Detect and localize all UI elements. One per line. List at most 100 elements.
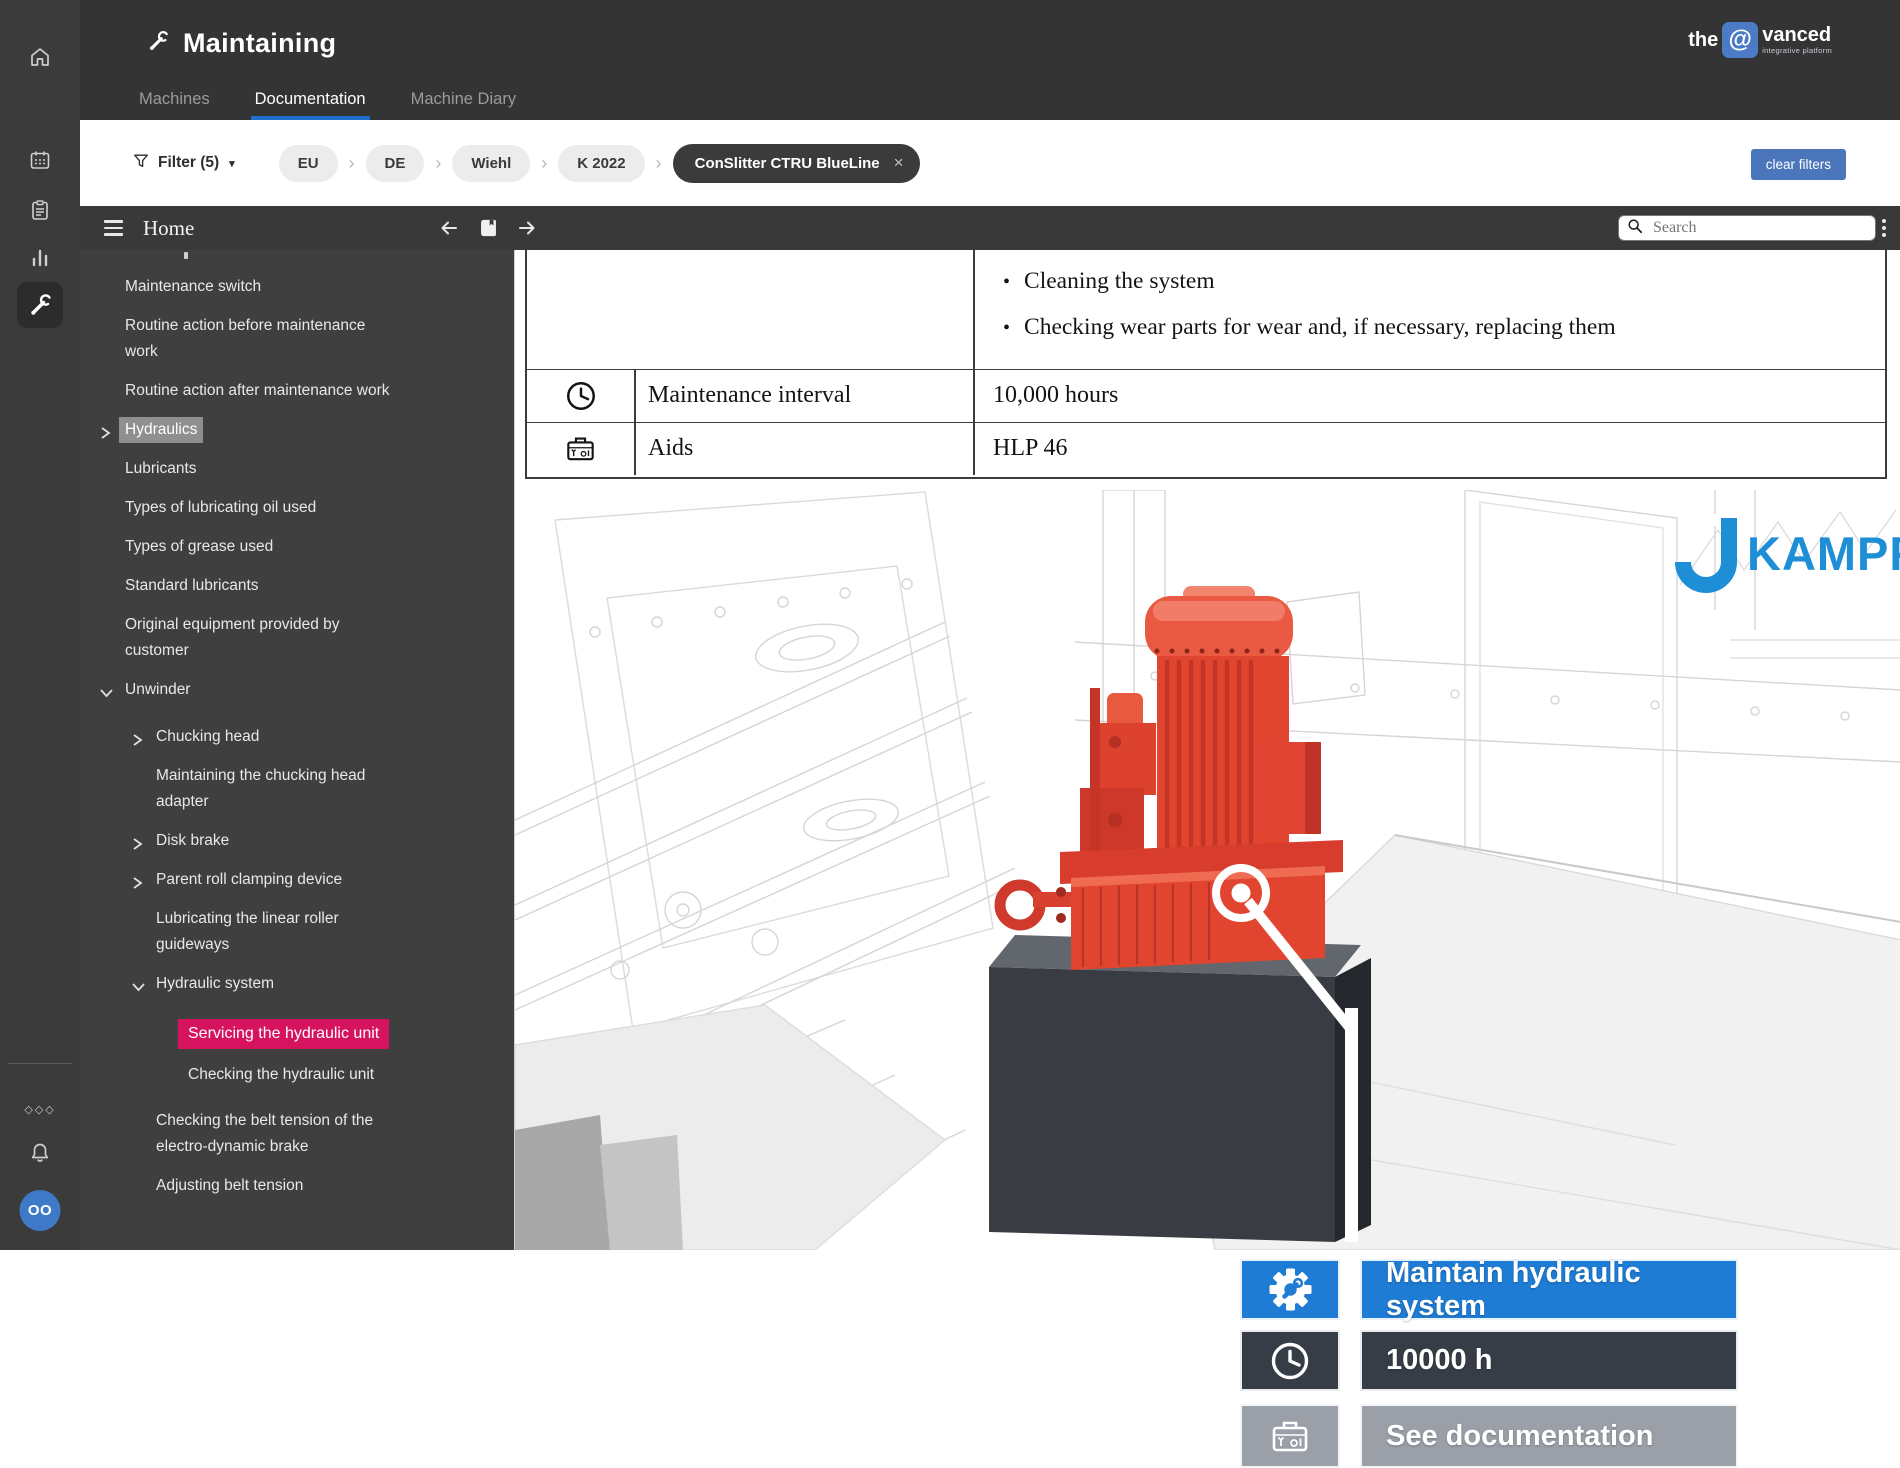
chevron-right-icon: › (349, 153, 355, 174)
avatar[interactable]: OO (20, 1190, 61, 1231)
table-row: AidsHLP 46 (527, 423, 1885, 476)
page-title: Maintaining (183, 28, 336, 59)
clock-icon (1240, 1330, 1340, 1391)
chevron-right-icon[interactable] (131, 873, 144, 899)
toc-item-label: Chucking head (156, 728, 259, 745)
clipboard-icon[interactable] (27, 197, 53, 223)
filter-dropdown-button[interactable]: Filter (5) ▾ (132, 152, 235, 175)
toc-item[interactable]: Routine action after maintenance work (80, 378, 514, 404)
chevron-right-icon[interactable] (131, 730, 144, 756)
filter-bar: Filter (5) ▾ EU›DE›Wiehl›K 2022›ConSlitt… (80, 120, 1900, 206)
clipped-tree-item (184, 252, 188, 259)
bullet-item: •Checking wear parts for wear and, if ne… (1003, 314, 1885, 341)
toc-item[interactable]: Types of lubricating oil used (80, 495, 514, 521)
filter-chip-eu[interactable]: EU (279, 145, 338, 182)
tab-machines[interactable]: Machines (137, 86, 212, 120)
toc-item[interactable]: Hydraulic system (80, 971, 514, 997)
document-toolbar: Home (80, 206, 1900, 250)
toc-item-label: Maintaining the chucking head adapter (156, 767, 365, 810)
document-content: • Cleaning the system •Checking wear parts… (514, 250, 1900, 1250)
menu-icon[interactable] (104, 220, 123, 236)
toc-item-label: Standard lubricants (125, 577, 259, 594)
kebab-menu-icon[interactable] (1878, 215, 1890, 241)
close-icon[interactable]: × (894, 153, 904, 173)
machine-chip-label: ConSlitter CTRU BlueLine (695, 155, 880, 172)
caret-down-icon: ▾ (229, 157, 235, 170)
toc-item-label: Routine action after maintenance work (125, 382, 390, 399)
activities-cell: • Cleaning the system •Checking wear parts… (973, 250, 1885, 369)
toc-item-label: Original equipment provided by customer (125, 616, 340, 659)
toc-item[interactable]: Parent roll clamping device (80, 867, 514, 893)
toc-item[interactable]: Disk brake (80, 828, 514, 854)
toc-item[interactable]: Chucking head (80, 724, 514, 750)
machine-filter-chip[interactable]: ConSlitter CTRU BlueLine × (673, 144, 920, 183)
toc-item[interactable]: Lubricating the linear roller guideways (80, 906, 514, 958)
bar-chart-icon[interactable] (27, 245, 53, 271)
callout-row[interactable]: See documentation (1240, 1404, 1738, 1468)
logo-text-the: the (1688, 29, 1718, 52)
search-input[interactable] (1653, 219, 1867, 237)
bullet-item: • Cleaning the system (1003, 268, 1885, 295)
toc-item[interactable]: Unwinder (80, 677, 514, 703)
toc-item[interactable]: Checking the belt tension of the electro… (80, 1108, 514, 1160)
machine-illustration: KAMPF Maintain hydraulic system10000 hSe… (515, 490, 1900, 1250)
chevron-down-icon[interactable] (131, 977, 146, 1003)
tab-machine-diary[interactable]: Machine Diary (409, 86, 518, 120)
toc-item[interactable]: Types of grease used (80, 534, 514, 560)
toc-item-label: Adjusting belt tension (156, 1177, 303, 1194)
toc-item[interactable]: Standard lubricants (80, 573, 514, 599)
bell-icon[interactable] (27, 1140, 53, 1166)
back-arrow-icon[interactable] (438, 217, 460, 239)
tab-documentation[interactable]: Documentation (253, 86, 368, 120)
toc-item-label: Types of grease used (125, 538, 273, 555)
wrench-icon[interactable] (27, 292, 53, 318)
calendar-icon[interactable] (27, 147, 53, 173)
filter-chip-wiehl[interactable]: Wiehl (452, 145, 530, 182)
table-row: • Cleaning the system •Checking wear parts… (527, 250, 1885, 370)
logo-at-icon: @ (1722, 22, 1758, 58)
toolbox-icon (1240, 1404, 1340, 1468)
chevron-down-icon[interactable] (99, 683, 114, 709)
callout-row[interactable]: Maintain hydraulic system (1240, 1259, 1738, 1320)
toc-item-label: Maintenance switch (125, 278, 261, 295)
toc-item-label-selected: Servicing the hydraulic unit (178, 1019, 389, 1049)
filter-chip-de[interactable]: DE (366, 145, 425, 182)
bullet-icon: • (1003, 271, 1010, 294)
toc-item-label: Checking the hydraulic unit (188, 1066, 374, 1083)
chevron-right-icon: › (541, 153, 547, 174)
toc-item[interactable]: Lubricants (80, 456, 514, 482)
logo-tagline: integrative platform (1762, 47, 1832, 55)
forward-arrow-icon[interactable] (516, 217, 538, 239)
toc-item[interactable]: Adjusting belt tension (80, 1173, 514, 1199)
clear-filters-button[interactable]: clear filters (1751, 149, 1846, 180)
toc-item[interactable]: Original equipment provided by customer (80, 612, 514, 664)
more-apps-icon[interactable]: ◇◇◇ (27, 1096, 53, 1122)
toc-item[interactable]: Maintaining the chucking head adapter (80, 763, 514, 815)
breadcrumb: EU›DE›Wiehl›K 2022›ConSlitter CTRU BlueL… (279, 144, 920, 183)
toc-item[interactable]: Hydraulics (80, 417, 514, 443)
filter-chip-k-2022[interactable]: K 2022 (558, 145, 644, 182)
callout-label: See documentation (1360, 1404, 1738, 1468)
chevron-right-icon[interactable] (131, 834, 144, 860)
bookmark-book-icon[interactable] (477, 217, 499, 239)
left-rail: ◇◇◇ OO (0, 0, 80, 1250)
toc-item-label: Checking the belt tension of the electro… (156, 1112, 373, 1155)
chevron-right-icon[interactable] (99, 423, 112, 449)
toc-item-label: Disk brake (156, 832, 229, 849)
search-box[interactable] (1618, 215, 1876, 241)
row-value: 10,000 hours (973, 382, 1885, 409)
toc-item[interactable]: Routine action before maintenance work (80, 313, 514, 365)
toc-item[interactable]: Checking the hydraulic unit (80, 1062, 514, 1088)
home-icon[interactable] (27, 44, 53, 70)
bullet-text: Cleaning the system (1024, 268, 1215, 295)
toc-item[interactable]: Servicing the hydraulic unit (80, 1019, 514, 1049)
chevron-right-icon: › (656, 153, 662, 174)
toc-tree: Maintenance switch Routine action before … (80, 250, 514, 1199)
toc-item[interactable]: Maintenance switch (80, 274, 514, 300)
toolbox-icon (527, 431, 634, 466)
callout-row[interactable]: 10000 h (1240, 1330, 1738, 1391)
document-title: Home (143, 216, 194, 241)
rail-divider (8, 1063, 72, 1064)
tab-bar: Machines Documentation Machine Diary (137, 86, 518, 120)
wrench-title-icon (146, 29, 170, 58)
